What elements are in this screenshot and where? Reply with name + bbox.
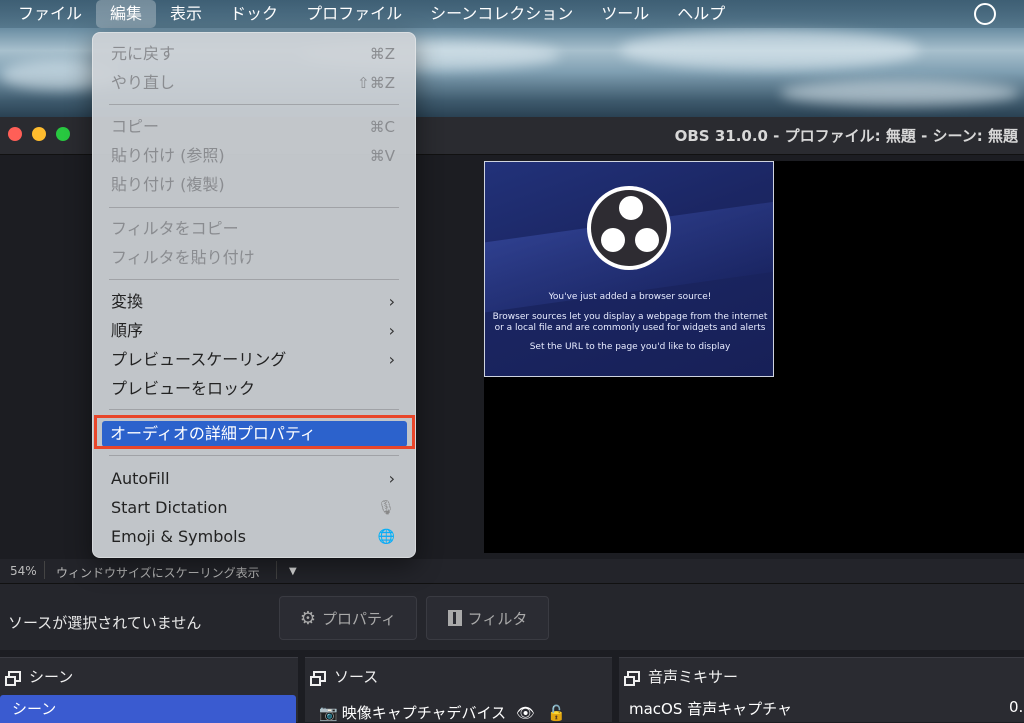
source-toolbar: ソースが選択されていません ⚙ プロパティ フィルタ (0, 583, 1024, 650)
audio-mixer-dock-header: 音声ミキサー (624, 666, 739, 687)
menu-item-lock-preview[interactable]: プレビューをロック (99, 375, 409, 403)
submenu-arrow-icon: › (388, 350, 395, 369)
source-list-item[interactable]: 📷 映像キャプチャデバイス 👁 🔓 (319, 702, 566, 723)
source-name: 映像キャプチャデバイス (341, 704, 507, 722)
shortcut-label: ⌘Z (369, 45, 395, 63)
properties-button[interactable]: ⚙ プロパティ (279, 596, 417, 640)
close-window-button[interactable] (8, 127, 22, 141)
menu-item-transform[interactable]: 変換 › (99, 288, 409, 316)
menu-separator (109, 455, 399, 456)
menu-item-emoji-symbols[interactable]: Emoji & Symbols 🌐 (99, 523, 409, 551)
shortcut-label: ⇧⌘Z (357, 74, 395, 92)
shortcut-label: ⌘V (369, 147, 395, 165)
menu-item-autofill[interactable]: AutoFill › (99, 465, 409, 493)
shortcut-label: ⌘C (369, 118, 395, 136)
menu-file[interactable]: ファイル (0, 0, 96, 28)
browser-source-hint: Set the URL to the page you'd like to di… (529, 342, 731, 352)
obs-status-icon[interactable] (974, 3, 996, 25)
browser-source-preview[interactable]: You've just added a browser source! Brow… (484, 161, 774, 377)
dock-window-icon[interactable] (5, 671, 21, 686)
menu-item-redo: やり直し ⇧⌘Z (99, 69, 409, 97)
scenes-dock-header: シーン (5, 666, 74, 687)
sources-dock-title: ソース (334, 668, 379, 686)
visibility-eye-icon[interactable]: 👁 (516, 704, 535, 722)
menu-profile[interactable]: プロファイル (292, 0, 416, 28)
menu-item-paste-duplicate: 貼り付け (複製) (111, 175, 225, 194)
menu-item-order[interactable]: 順序 › (99, 317, 409, 345)
submenu-arrow-icon: › (388, 469, 395, 488)
submenu-arrow-icon: › (388, 321, 395, 340)
menu-separator (109, 279, 399, 280)
no-source-selected-label: ソースが選択されていません (8, 614, 202, 632)
filters-button[interactable]: フィルタ (426, 596, 549, 640)
filter-icon (447, 610, 462, 626)
menu-separator (109, 409, 399, 410)
scene-list-item[interactable]: シーン (0, 695, 296, 723)
sources-dock-header: ソース (310, 666, 379, 687)
menu-dock[interactable]: ドック (216, 0, 292, 28)
menu-item-copy-filters: フィルタをコピー (111, 219, 239, 238)
browser-source-description: Browser sources let you display a webpag… (492, 312, 768, 322)
gear-icon: ⚙ (299, 607, 317, 629)
audio-mixer-dock-title: 音声ミキサー (648, 668, 739, 686)
microphone-icon: 🎙 (377, 500, 395, 516)
dock-window-icon[interactable] (624, 671, 640, 686)
dock-window-icon[interactable] (310, 671, 326, 686)
browser-source-description: or a local file and are commonly used fo… (494, 323, 766, 333)
minimize-window-button[interactable] (32, 127, 46, 141)
globe-icon: 🌐 (377, 529, 395, 545)
scaling-mode-label: ウィンドウサイズにスケーリング表示 (56, 566, 260, 580)
menu-tools[interactable]: ツール (587, 0, 663, 28)
mixer-channel-db: 0. (1009, 698, 1024, 716)
menu-edit[interactable]: 編集 (96, 0, 157, 28)
audio-mixer-dock: 音声ミキサー macOS 音声キャプチャ 0. (619, 657, 1024, 722)
menu-separator (109, 207, 399, 208)
preview-statusbar: 54% ウィンドウサイズにスケーリング表示 ▼ (0, 559, 1024, 583)
obs-logo-icon (587, 186, 671, 270)
submenu-arrow-icon: › (388, 292, 395, 311)
menu-view[interactable]: 表示 (156, 0, 216, 28)
menu-scene-collection[interactable]: シーンコレクション (416, 0, 587, 28)
sources-dock: ソース 📷 映像キャプチャデバイス 👁 🔓 (305, 657, 612, 722)
menu-item-undo: 元に戻す ⌘Z (99, 40, 409, 68)
zoom-level: 54% (10, 564, 37, 578)
zoom-window-button[interactable] (56, 127, 70, 141)
lock-icon[interactable]: 🔓 (547, 704, 566, 722)
scaling-dropdown-chevron-icon[interactable]: ▼ (289, 566, 297, 577)
menu-separator (109, 104, 399, 105)
camera-icon: 📷 (319, 703, 338, 722)
menu-item-paste-reference: 貼り付け (参照) ⌘V (99, 142, 409, 170)
highlight-annotation-box (94, 415, 415, 449)
window-title: OBS 31.0.0 - プロファイル: 無題 - シーン: 無題 (674, 127, 1018, 145)
properties-label: プロパティ (322, 609, 397, 628)
menu-bar: ファイル 編集 表示 ドック プロファイル シーンコレクション ツール ヘルプ (0, 0, 1024, 28)
filters-label: フィルタ (467, 609, 528, 628)
menu-item-start-dictation[interactable]: Start Dictation 🎙 (99, 494, 409, 522)
scenes-dock-title: シーン (29, 668, 74, 686)
wallpaper-cloud (620, 30, 920, 70)
menu-item-preview-scaling[interactable]: プレビュースケーリング › (99, 346, 409, 374)
menu-item-copy: コピー ⌘C (99, 113, 409, 141)
menu-item-paste-filters: フィルタを貼り付け (111, 248, 255, 267)
menu-help[interactable]: ヘルプ (663, 0, 739, 28)
browser-source-headline: You've just added a browser source! (548, 292, 712, 302)
wallpaper-cloud (780, 80, 1020, 106)
mixer-channel-name: macOS 音声キャプチャ (629, 700, 792, 718)
edit-dropdown-menu: 元に戻す ⌘Z やり直し ⇧⌘Z コピー ⌘C 貼り付け (参照) ⌘V 貼り付… (92, 32, 416, 558)
scenes-dock: シーン シーン (0, 657, 298, 723)
